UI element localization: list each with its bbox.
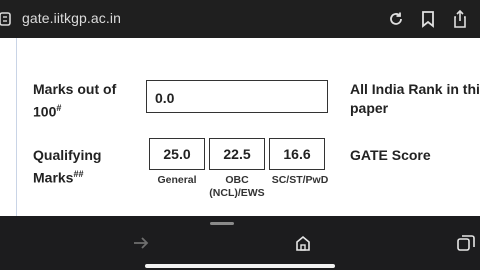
- site-info-icon[interactable]: [0, 10, 14, 28]
- tabs-icon[interactable]: [457, 234, 475, 252]
- share-icon[interactable]: [450, 9, 470, 29]
- marks-input[interactable]: 0.0: [146, 80, 328, 113]
- home-indicator[interactable]: [145, 264, 335, 268]
- address-bar-url[interactable]: gate.iitkgp.ac.in: [22, 10, 121, 26]
- marks-label-line2: 100: [33, 103, 57, 120]
- qualifying-obc-value: 22.5: [209, 138, 265, 170]
- marks-label: Marks out of 100#: [33, 80, 133, 122]
- gate-score-label: GATE Score: [350, 147, 431, 163]
- browser-toolbar: gate.iitkgp.ac.in: [0, 0, 480, 38]
- qualifying-sc-st-caption: SC/ST/PwD: [271, 174, 329, 186]
- qualifying-label-line1: Qualifying: [33, 147, 102, 163]
- rank-label-line2: paper: [350, 100, 389, 116]
- rank-label: All India Rank in this paper: [350, 80, 480, 118]
- reload-icon[interactable]: [386, 9, 406, 29]
- content-border: [16, 38, 17, 216]
- sheet-handle[interactable]: [210, 222, 234, 225]
- qualifying-general-value: 25.0: [149, 138, 205, 170]
- qualifying-marks-label: Qualifying Marks##: [33, 146, 133, 188]
- bookmark-icon[interactable]: [418, 9, 438, 29]
- browser-bottom-bar: [0, 216, 480, 270]
- marks-label-line1: Marks out of: [33, 81, 117, 97]
- forward-arrow-icon[interactable]: [132, 234, 150, 252]
- marks-footnote-mark: #: [56, 103, 62, 113]
- qualifying-sc-st-value: 16.6: [269, 138, 325, 170]
- page-content: Marks out of 100# 0.0 All India Rank in …: [0, 38, 480, 216]
- home-icon[interactable]: [294, 234, 312, 252]
- rank-label-line1: All India Rank in this: [350, 81, 480, 97]
- qualifying-obc-caption: OBC (NCL)/EWS: [209, 174, 265, 199]
- qualifying-footnote-mark: ##: [73, 169, 84, 179]
- qualifying-label-line2: Marks: [33, 169, 74, 186]
